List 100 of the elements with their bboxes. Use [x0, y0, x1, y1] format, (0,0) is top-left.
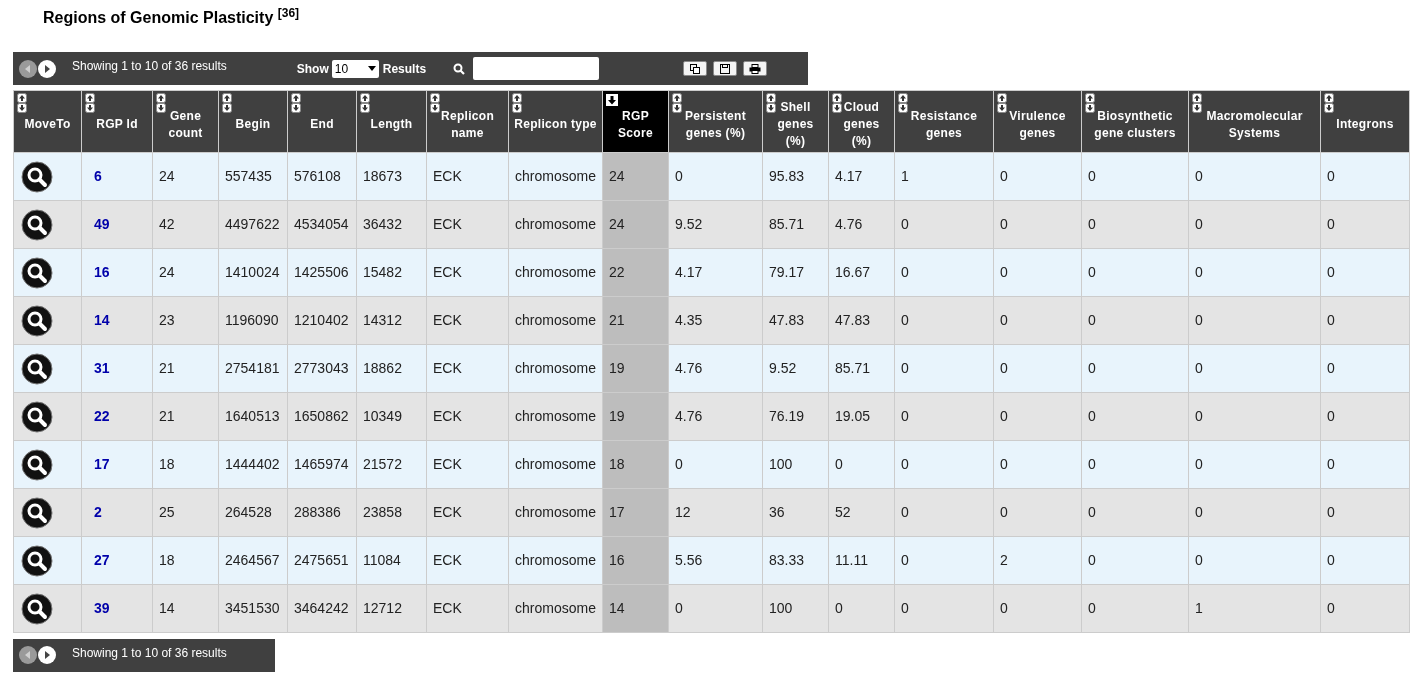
table-cell: 0 — [828, 584, 895, 633]
table-cell: 0 — [1081, 440, 1189, 489]
sort-arrows-icon[interactable] — [766, 93, 776, 113]
sort-arrows-icon[interactable] — [222, 93, 232, 113]
zoom-in-icon[interactable] — [21, 496, 53, 529]
table-cell: 76.19 — [762, 392, 829, 441]
zoom-in-icon[interactable] — [21, 304, 53, 337]
sort-arrows-icon[interactable] — [360, 93, 370, 113]
table-cell: 18862 — [356, 344, 427, 393]
table-cell: 23 — [152, 296, 219, 345]
table-cell: 42 — [152, 200, 219, 249]
sort-arrows-icon[interactable] — [291, 93, 301, 113]
next-page-button[interactable] — [38, 646, 56, 664]
table-cell: 0 — [1081, 584, 1189, 633]
rgp-id-link[interactable]: 39 — [81, 584, 153, 633]
table-cell: 0 — [894, 200, 994, 249]
sort-arrows-icon[interactable] — [17, 93, 27, 113]
column-header[interactable]: Gene count — [152, 90, 219, 153]
table-cell: 0 — [668, 584, 763, 633]
table-cell: 11084 — [356, 536, 427, 585]
zoom-in-icon[interactable] — [21, 208, 53, 241]
table-cell: 4.76 — [828, 200, 895, 249]
sort-arrows-icon[interactable] — [898, 93, 908, 113]
table-cell: 0 — [1081, 344, 1189, 393]
rgp-id-link[interactable]: 22 — [81, 392, 153, 441]
table-cell: 4.17 — [828, 152, 895, 201]
column-header[interactable]: RGP Score — [602, 90, 669, 153]
table-cell: ECK — [426, 440, 509, 489]
sort-descending-icon[interactable] — [606, 94, 618, 106]
column-header[interactable]: End — [287, 90, 357, 153]
table-cell: 0 — [1188, 248, 1321, 297]
column-header[interactable]: RGP Id — [81, 90, 153, 153]
copy-button[interactable] — [683, 61, 708, 76]
table-cell: 83.33 — [762, 536, 829, 585]
sort-arrows-icon[interactable] — [1192, 93, 1202, 113]
table-cell: 4497622 — [218, 200, 288, 249]
table-cell: 0 — [993, 248, 1082, 297]
column-header[interactable]: Replicon name — [426, 90, 509, 153]
table-cell: 36432 — [356, 200, 427, 249]
table-cell: 85.71 — [828, 344, 895, 393]
table-cell: 0 — [993, 344, 1082, 393]
column-header[interactable]: Resistance genes — [894, 90, 994, 153]
rgp-id-link[interactable]: 27 — [81, 536, 153, 585]
rgp-id-link[interactable]: 14 — [81, 296, 153, 345]
sort-arrows-icon[interactable] — [1324, 93, 1334, 113]
table-cell: 1210402 — [287, 296, 357, 345]
table-cell: 2 — [993, 536, 1082, 585]
rgp-id-link[interactable]: 17 — [81, 440, 153, 489]
table-cell: 0 — [1320, 248, 1410, 297]
next-page-button[interactable] — [38, 59, 56, 78]
table-cell: 0 — [1320, 584, 1410, 633]
column-header[interactable]: Virulence genes — [993, 90, 1082, 153]
column-header[interactable]: Replicon type — [508, 90, 603, 153]
table-cell: 24 — [602, 200, 669, 249]
sort-arrows-icon[interactable] — [430, 93, 440, 113]
sort-arrows-icon[interactable] — [997, 93, 1007, 113]
column-header[interactable]: Biosynthetic gene clusters — [1081, 90, 1189, 153]
sort-arrows-icon[interactable] — [672, 93, 682, 113]
table-cell: 14312 — [356, 296, 427, 345]
sort-arrows-icon[interactable] — [156, 93, 166, 113]
rgp-id-link[interactable]: 6 — [81, 152, 153, 201]
table-cell: 4.35 — [668, 296, 763, 345]
table-cell: 0 — [993, 296, 1082, 345]
rgp-id-link[interactable]: 16 — [81, 248, 153, 297]
zoom-in-icon[interactable] — [21, 256, 53, 289]
zoom-in-icon[interactable] — [21, 448, 53, 481]
column-header[interactable]: Integrons — [1320, 90, 1410, 153]
table-cell: 0 — [1081, 392, 1189, 441]
table-cell: 47.83 — [762, 296, 829, 345]
table-cell: 0 — [828, 440, 895, 489]
column-header[interactable]: Cloud genes (%) — [828, 90, 895, 153]
column-header[interactable]: MoveTo — [13, 90, 82, 153]
rgp-id-link[interactable]: 49 — [81, 200, 153, 249]
zoom-in-icon[interactable] — [21, 592, 53, 625]
column-header[interactable]: Length — [356, 90, 427, 153]
table-cell: 0 — [894, 584, 994, 633]
table-cell: 1465974 — [287, 440, 357, 489]
table-cell: ECK — [426, 248, 509, 297]
column-header[interactable]: Persistent genes (%) — [668, 90, 763, 153]
page-size-select[interactable]: 10 — [331, 59, 379, 78]
column-header[interactable]: Macromolecular Systems — [1188, 90, 1321, 153]
zoom-in-icon[interactable] — [21, 544, 53, 577]
rgp-id-link[interactable]: 31 — [81, 344, 153, 393]
table-cell: 0 — [1320, 392, 1410, 441]
zoom-in-icon[interactable] — [21, 352, 53, 385]
table-cell: chromosome — [508, 536, 603, 585]
sort-arrows-icon[interactable] — [1085, 93, 1095, 113]
zoom-in-icon[interactable] — [21, 400, 53, 433]
zoom-in-icon[interactable] — [21, 160, 53, 193]
rgp-id-link[interactable]: 2 — [81, 488, 153, 537]
column-header[interactable]: Shell genes (%) — [762, 90, 829, 153]
print-button[interactable] — [743, 61, 768, 76]
sort-arrows-icon[interactable] — [512, 93, 522, 113]
save-button[interactable] — [713, 61, 738, 76]
sort-arrows-icon[interactable] — [832, 93, 842, 113]
table-cell: 0 — [993, 152, 1082, 201]
table-cell: 0 — [1188, 152, 1321, 201]
sort-arrows-icon[interactable] — [85, 93, 95, 113]
search-field[interactable] — [473, 57, 600, 80]
column-header[interactable]: Begin — [218, 90, 288, 153]
